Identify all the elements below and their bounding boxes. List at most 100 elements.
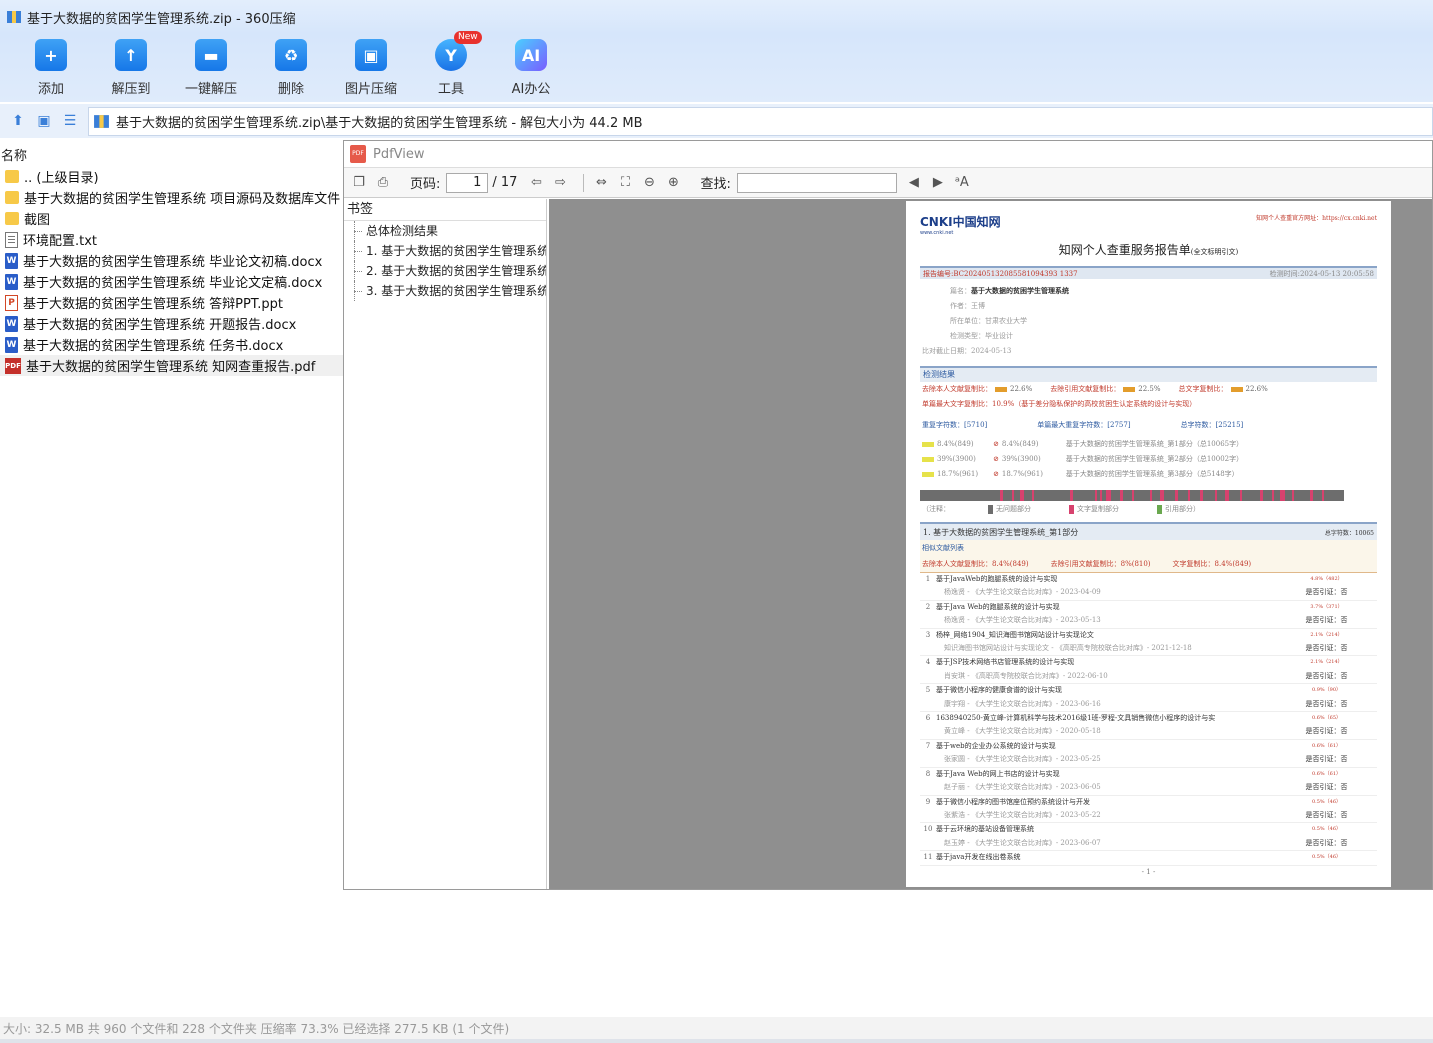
part-name[interactable]: 基于大数据的贫困学生管理系统_第3部分（总5148字） — [1066, 467, 1239, 482]
part-ratio: 18.7%(961) — [937, 470, 979, 478]
file-list-item[interactable]: W 基于大数据的贫困学生管理系统 毕业论文初稿.docx — [0, 250, 343, 271]
image-compress-button[interactable]: ▣ 图片压缩 — [331, 34, 411, 100]
part-name[interactable]: 基于大数据的贫困学生管理系统_第2部分（总10002字） — [1066, 452, 1243, 467]
ref-ratio: 2.1%（214） — [1310, 659, 1343, 666]
ref-number: 11 — [923, 853, 933, 862]
ref-title[interactable]: 基于java开发在线出卷系统 — [936, 851, 1276, 864]
copy-distribution-strip — [920, 490, 1344, 501]
pdf-file-icon: PDF — [5, 357, 21, 374]
page-footer: - 1 - — [1141, 867, 1156, 876]
ref-ratio: 3.7%（371） — [1310, 603, 1343, 610]
tools-button[interactable]: Y New 工具 — [411, 31, 491, 100]
bookmark-toggle-icon[interactable]: ❐ — [350, 174, 368, 192]
extract-to-icon: ↑ — [115, 39, 147, 71]
file-list-item[interactable]: W 基于大数据的贫困学生管理系统 开题报告.docx — [0, 313, 343, 334]
match-case-icon[interactable]: ᵃA — [953, 174, 971, 192]
title-bar: 基于大数据的贫困学生管理系统.zip - 360压缩 — [0, 0, 1433, 34]
bookmark-item[interactable]: 总体检测结果 — [344, 221, 546, 241]
find-prev-icon[interactable]: ◀ — [905, 174, 923, 192]
bookmark-item[interactable]: 2. 基于大数据的贫困学生管理系统 — [344, 261, 546, 281]
fit-page-icon[interactable]: ⛶ — [616, 174, 634, 192]
one-click-extract-button[interactable]: ▬ 一键解压 — [171, 34, 251, 100]
ai-office-button[interactable]: AI AI办公 — [491, 34, 571, 100]
file-list-item[interactable]: 环境配置.txt — [0, 229, 343, 250]
ref-title[interactable]: 基于JSP技术网络书店管理系统的设计与实现 — [936, 656, 1276, 669]
file-list-item[interactable]: PDF 基于大数据的贫困学生管理系统 知网查重报告.pdf — [0, 355, 343, 376]
meta-key: 所在单位： — [950, 317, 985, 325]
pdf-canvas[interactable]: CNKI中国知网 www.cnki.net 知网个人查重官方网址：https:/… — [549, 199, 1432, 889]
ref-title[interactable]: 基于Java Web的网上书店的设计与实现 — [936, 768, 1276, 781]
ref-ratio: 0.5%（46） — [1311, 798, 1342, 805]
file-list-item[interactable]: .. (上级目录) — [0, 166, 343, 187]
extract-to-button[interactable]: ↑ 解压到 — [91, 34, 171, 100]
single-max-chars: 单篇最大重复字符数：[2757] — [1037, 421, 1131, 429]
bookmark-item[interactable]: 3. 基于大数据的贫困学生管理系统 — [344, 281, 546, 301]
zip-archive-icon — [94, 115, 109, 128]
bookmark-item[interactable]: 1. 基于大数据的贫困学生管理系统 — [344, 241, 546, 261]
sim-stat-total: 文字复制比：8.4%(849) — [1172, 560, 1252, 568]
file-list-item[interactable]: 基于大数据的贫困学生管理系统 项目源码及数据库文件 — [0, 187, 343, 208]
no-copy-icon: ⊘ — [993, 455, 999, 463]
stat-cite-removed-value: 22.5% — [1138, 385, 1161, 393]
next-page-icon[interactable]: ⇨ — [551, 174, 569, 192]
zoom-in-icon[interactable]: ⊕ — [664, 174, 682, 192]
file-list-item[interactable]: W 基于大数据的贫困学生管理系统 毕业论文定稿.docx — [0, 271, 343, 292]
column-header-name[interactable]: 名称 — [0, 142, 343, 166]
file-name: 基于大数据的贫困学生管理系统 项目源码及数据库文件 — [24, 192, 341, 207]
copy-segment — [1070, 490, 1073, 501]
list-view-button[interactable]: ☰ — [57, 108, 83, 134]
find-next-icon[interactable]: ▶ — [929, 174, 947, 192]
file-list-item[interactable]: 截图 — [0, 208, 343, 229]
ref-title[interactable]: 杨梓_网络1904_知识海图书馆网站设计与实现论文 — [936, 629, 1276, 642]
copy-segment — [1120, 490, 1123, 501]
stat-swatch — [995, 386, 1007, 392]
ref-title[interactable]: 基于JavaWeb的跑腿系统的设计与实现 — [936, 573, 1276, 586]
part-ratio: 39%(3900) — [937, 455, 976, 463]
file-list-item[interactable]: W 基于大数据的贫困学生管理系统 任务书.docx — [0, 334, 343, 355]
ref-title[interactable]: 1638940250-黄立峰-计算机科学与技术2016级1班-罗程-文具销售微信… — [936, 712, 1276, 725]
ref-title[interactable]: 基于web的企业办公系统的设计与实现 — [936, 740, 1276, 753]
official-site: 知网个人查重官方网址：https://cx.cnki.net — [1256, 215, 1377, 222]
meta-line: 检测类型：毕业设计 — [920, 329, 1377, 344]
fit-width-icon[interactable]: ⇔ — [592, 174, 610, 192]
ref-source: 康宇翔 - 《大学生论文联合比对库》- 2023-06-16 — [944, 699, 1101, 708]
ref-cited: 是否引证：否 — [1305, 699, 1348, 708]
ref-source: 张紫浩 - 《大学生论文联合比对库》- 2023-05-22 — [944, 810, 1101, 819]
result-header: 检测结果 — [920, 366, 1377, 382]
thumbnail-view-button[interactable]: ▣ — [31, 108, 57, 134]
print-icon[interactable]: ⎙ — [374, 174, 392, 192]
ref-title[interactable]: 基于Java Web的跑腿系统的设计与实现 — [936, 601, 1276, 614]
extract-to-label: 解压到 — [111, 82, 151, 97]
ref-ratio: 4.8%（482） — [1310, 576, 1343, 582]
delete-button[interactable]: ♻ 删除 — [251, 34, 331, 100]
ref-source: 杨逸贤 - 《大学生论文联合比对库》- 2023-05-13 — [944, 616, 1101, 625]
file-list-item[interactable]: P 基于大数据的贫困学生管理系统 答辩PPT.ppt — [0, 292, 343, 313]
docx-file-icon: W — [5, 273, 18, 290]
prev-page-icon[interactable]: ⇦ — [527, 174, 545, 192]
find-input[interactable] — [736, 172, 897, 193]
part-name[interactable]: 基于大数据的贫困学生管理系统_第1部分（总10065字） — [1066, 437, 1243, 452]
meta-line: 篇名：基于大数据的贫困学生管理系统 — [920, 283, 1377, 299]
page-number-input[interactable]: 1 — [446, 172, 489, 193]
pdf-preview-pane: PDF PdfView ❐ ⎙ 页码: 1 / 17 ⇦ ⇨ ⇔ ⛶ ⊖ ⊕ 查… — [343, 140, 1433, 890]
reference-item: 8 基于Java Web的网上书店的设计与实现 0.6%（61） 赵子丽 - 《大学生… — [920, 768, 1377, 796]
check-time: 检测时间:2024-05-13 20:05:58 — [1269, 269, 1374, 278]
legend-swatch — [988, 504, 993, 514]
part-ratio-alt: 39%(3900) — [1001, 455, 1041, 463]
ref-title[interactable]: 基于微信小程序的图书馆座位预约系统设计与开发 — [936, 796, 1276, 809]
folder-icon — [5, 212, 19, 225]
up-level-button[interactable]: ⬆ — [5, 108, 31, 134]
part-row: 8.4%(849) ⊘ 8.4%(849) 基于大数据的贫困学生管理系统_第1部分（总… — [920, 437, 1377, 452]
add-button[interactable]: + 添加 — [11, 34, 91, 100]
zoom-out-icon[interactable]: ⊖ — [640, 174, 658, 192]
char-counts: 重复字符数：[5710] 单篇最大重复字符数：[2757] 总字符数：[2521… — [920, 418, 1377, 433]
no-copy-icon: ⊘ — [993, 470, 999, 478]
address-path-field[interactable]: 基于大数据的贫困学生管理系统.zip\基于大数据的贫困学生管理系统 - 解包大小… — [88, 107, 1433, 136]
logo-text: CNKI中国知网 — [920, 215, 1001, 229]
copy-segment — [1160, 490, 1164, 501]
main-toolbar: + 添加 ↑ 解压到 ▬ 一键解压 ♻ 删除 ▣ 图片压缩 Y New 工具 A… — [0, 31, 1433, 102]
reference-item: 9 基于微信小程序的图书馆座位预约系统设计与开发 0.5%（46） 张紫浩 - 《大学… — [920, 796, 1377, 824]
ref-source: 黄立峰 - 《大学生论文联合比对库》- 2020-05-18 — [944, 727, 1101, 736]
ref-title[interactable]: 基于微信小程序的健康食谱的设计与实现 — [936, 684, 1276, 697]
ref-title[interactable]: 基于云环境的基站设备管理系统 — [936, 823, 1276, 836]
